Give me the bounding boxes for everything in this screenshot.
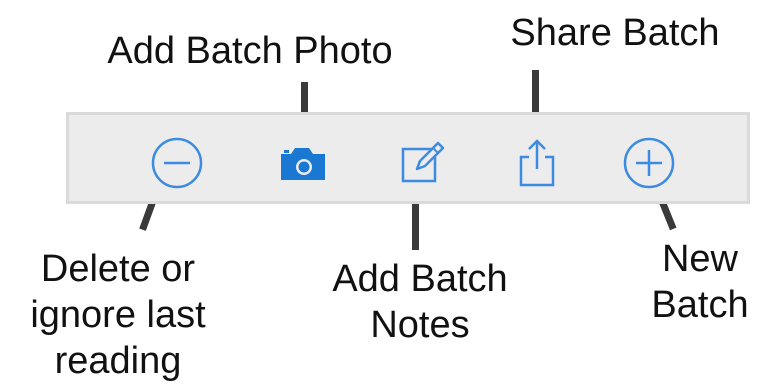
- delete-last-reading-label: Delete or ignore last reading: [30, 248, 206, 382]
- batch-toolbar: [66, 112, 750, 204]
- new-batch-label: New Batch: [651, 238, 749, 326]
- plus-circle-icon: [621, 135, 677, 191]
- add-batch-notes-button[interactable]: [395, 135, 451, 191]
- add-batch-notes-label: Add Batch Notes: [332, 258, 508, 346]
- share-icon: [509, 135, 565, 191]
- add-batch-photo-button[interactable]: [275, 135, 331, 191]
- compose-icon: [395, 135, 451, 191]
- notes-leader-line: [412, 198, 419, 250]
- camera-icon: [275, 135, 331, 191]
- minus-circle-icon: [149, 135, 205, 191]
- add-batch-photo-label: Add Batch Photo: [107, 30, 393, 72]
- delete-reading-button[interactable]: [149, 135, 205, 191]
- share-batch-button[interactable]: [509, 135, 565, 191]
- new-batch-button[interactable]: [621, 135, 677, 191]
- share-batch-label: Share Batch: [510, 12, 720, 54]
